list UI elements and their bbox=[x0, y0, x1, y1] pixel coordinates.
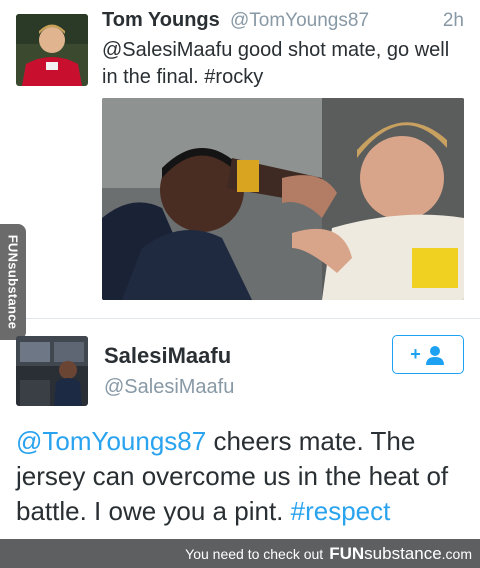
watermark-footer: You need to check out FUNsubstance .com bbox=[0, 539, 480, 568]
tweet-text: @TomYoungs87 cheers mate. The jersey can… bbox=[16, 424, 464, 529]
tweet-divider bbox=[0, 318, 480, 319]
tweet-original: Tom Youngs @TomYoungs87 2h @SalesiMaafu … bbox=[0, 0, 480, 318]
footer-brand-bold: FUN bbox=[329, 543, 365, 563]
footer-brand: FUNsubstance bbox=[329, 544, 441, 564]
tweet-text: @SalesiMaafu good shot mate, go well in … bbox=[102, 39, 450, 88]
author-handle[interactable]: @SalesiMaafu bbox=[104, 376, 234, 399]
hashtag-link[interactable]: #respect bbox=[291, 496, 391, 526]
footer-domain: .com bbox=[441, 545, 472, 562]
footer-brand-rest: substance bbox=[364, 543, 442, 563]
avatar[interactable] bbox=[16, 14, 88, 86]
author-name[interactable]: SalesiMaafu bbox=[104, 343, 231, 369]
tweet-photo[interactable] bbox=[102, 98, 464, 300]
plus-icon: + bbox=[410, 344, 421, 364]
mention-link[interactable]: @TomYoungs87 bbox=[16, 426, 206, 456]
author-handle[interactable]: @TomYoungs87 bbox=[230, 10, 369, 32]
add-user-icon bbox=[425, 345, 444, 365]
watermark-side-text: FUNsubstance bbox=[5, 234, 21, 330]
footer-text: You need to check out bbox=[185, 545, 324, 562]
author-name[interactable]: Tom Youngs bbox=[102, 9, 220, 32]
follow-button[interactable]: + bbox=[392, 335, 464, 374]
avatar[interactable] bbox=[16, 336, 88, 406]
tweet-timestamp[interactable]: 2h bbox=[443, 10, 464, 32]
